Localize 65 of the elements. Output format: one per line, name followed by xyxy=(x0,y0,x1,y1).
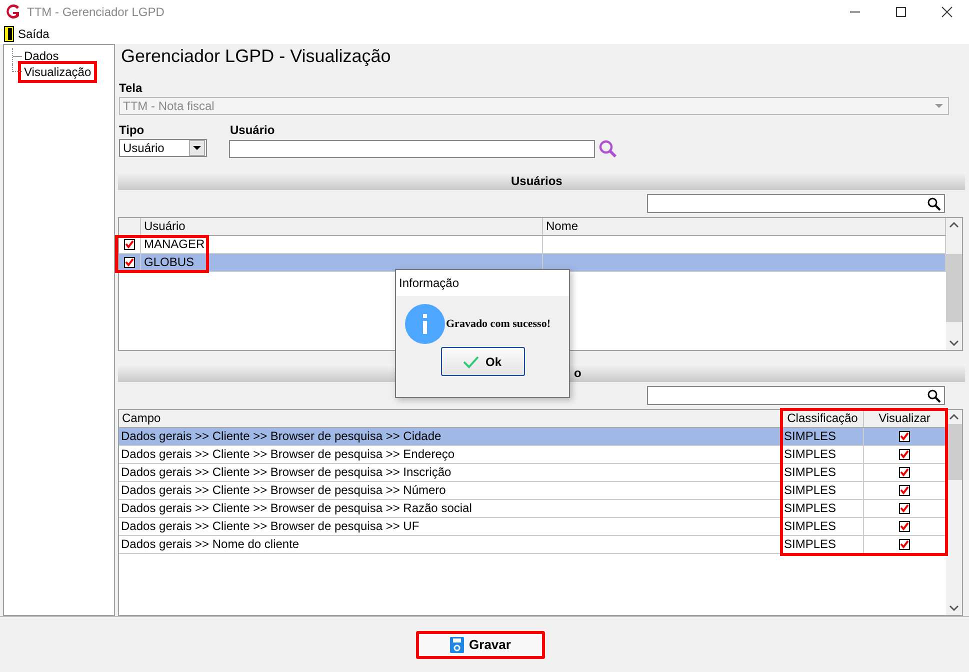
field-label: Tela xyxy=(118,81,144,95)
checkbox[interactable] xyxy=(899,539,910,550)
page-heading: Gerenciador LGPD - Visualização xyxy=(120,45,392,68)
tree-item[interactable]: Dados xyxy=(22,49,61,63)
user-input-field[interactable] xyxy=(229,140,595,158)
window-title: TTM - Gerenciador LGPD xyxy=(27,5,164,19)
user-row[interactable]: GLOBUS xyxy=(119,254,946,272)
table-cell: SIMPLES xyxy=(782,446,864,463)
table-cell: Dados gerais >> Nome do cliente xyxy=(119,536,782,553)
table-cell: Dados gerais >> Cliente >> Browser de pesquisa >> Inscrição xyxy=(119,464,782,481)
column-header[interactable]: Visualizar xyxy=(864,410,946,427)
checkbox[interactable] xyxy=(899,521,910,532)
checkbox[interactable] xyxy=(124,257,135,268)
scrollbar[interactable] xyxy=(946,410,962,615)
scroll-thumb[interactable] xyxy=(946,254,962,322)
table-cell: SIMPLES xyxy=(782,464,864,481)
field-row[interactable]: Dados gerais >> Nome do cliente SIMPLES xyxy=(119,536,946,554)
search-icon xyxy=(927,388,941,402)
table-cell: Dados gerais >> Cliente >> Browser de pesquisa >> Razão social xyxy=(119,500,782,517)
info-icon xyxy=(405,304,445,344)
column-header[interactable]: Usuário xyxy=(141,218,543,235)
checkbox[interactable] xyxy=(124,239,135,250)
checkmark-icon xyxy=(463,354,480,368)
maximize-icon[interactable] xyxy=(895,6,907,18)
checkbox[interactable] xyxy=(899,467,910,478)
type-dropdown[interactable]: Usuário xyxy=(119,139,207,157)
search-icon[interactable] xyxy=(598,139,618,159)
checkbox[interactable] xyxy=(899,449,910,460)
section-title: Usuários xyxy=(511,174,562,188)
checkbox[interactable] xyxy=(899,431,910,442)
scrollbar[interactable] xyxy=(946,218,962,350)
table-cell: SIMPLES xyxy=(782,428,864,445)
app-logo-icon xyxy=(5,4,21,20)
table-cell: Dados gerais >> Cliente >> Browser de pesquisa >> UF xyxy=(119,518,782,535)
field-row[interactable]: Dados gerais >> Cliente >> Browser de pesquisa >> Número SIMPLES xyxy=(119,482,946,500)
menu-item[interactable]: Saída xyxy=(18,27,50,41)
field-row[interactable]: Dados gerais >> Cliente >> Browser de pesquisa >> Cidade SIMPLES xyxy=(119,428,946,446)
dialog-message: Gravado com sucesso! xyxy=(446,318,550,330)
filter-field[interactable] xyxy=(647,386,945,405)
close-icon[interactable] xyxy=(941,6,953,18)
save-button[interactable]: Gravar xyxy=(416,630,545,658)
table-cell: MANAGER xyxy=(141,236,543,253)
table-cell: Dados gerais >> Cliente >> Browser de pesquisa >> Cidade xyxy=(119,428,782,445)
field-label: Usuário xyxy=(229,123,276,137)
search-icon xyxy=(927,196,941,210)
table-cell: Dados gerais >> Cliente >> Browser de pesquisa >> Número xyxy=(119,482,782,499)
field-row[interactable]: Dados gerais >> Cliente >> Browser de pesquisa >> UF SIMPLES xyxy=(119,518,946,536)
checkbox[interactable] xyxy=(899,503,910,514)
field-row[interactable]: Dados gerais >> Cliente >> Browser de pesquisa >> Endereço SIMPLES xyxy=(119,446,946,464)
ok-button[interactable]: Ok xyxy=(440,347,524,376)
column-header[interactable]: Classificação xyxy=(782,410,864,427)
field-row[interactable]: Dados gerais >> Cliente >> Browser de pesquisa >> Razão social SIMPLES xyxy=(119,500,946,518)
field-row[interactable]: Dados gerais >> Cliente >> Browser de pesquisa >> Inscrição SIMPLES xyxy=(119,464,946,482)
door-icon xyxy=(4,26,14,42)
dialog-title: Informação xyxy=(396,270,569,296)
filter-field[interactable] xyxy=(647,194,945,213)
table-cell: SIMPLES xyxy=(782,482,864,499)
table-cell: SIMPLES xyxy=(782,536,864,553)
table-cell: SIMPLES xyxy=(782,518,864,535)
column-header[interactable]: Campo xyxy=(119,410,782,427)
field-label: Tipo xyxy=(118,123,146,137)
table-cell: SIMPLES xyxy=(782,500,864,517)
section-title: o xyxy=(574,366,582,380)
table-cell: Dados gerais >> Cliente >> Browser de pesquisa >> Endereço xyxy=(119,446,782,463)
checkbox[interactable] xyxy=(899,485,910,496)
